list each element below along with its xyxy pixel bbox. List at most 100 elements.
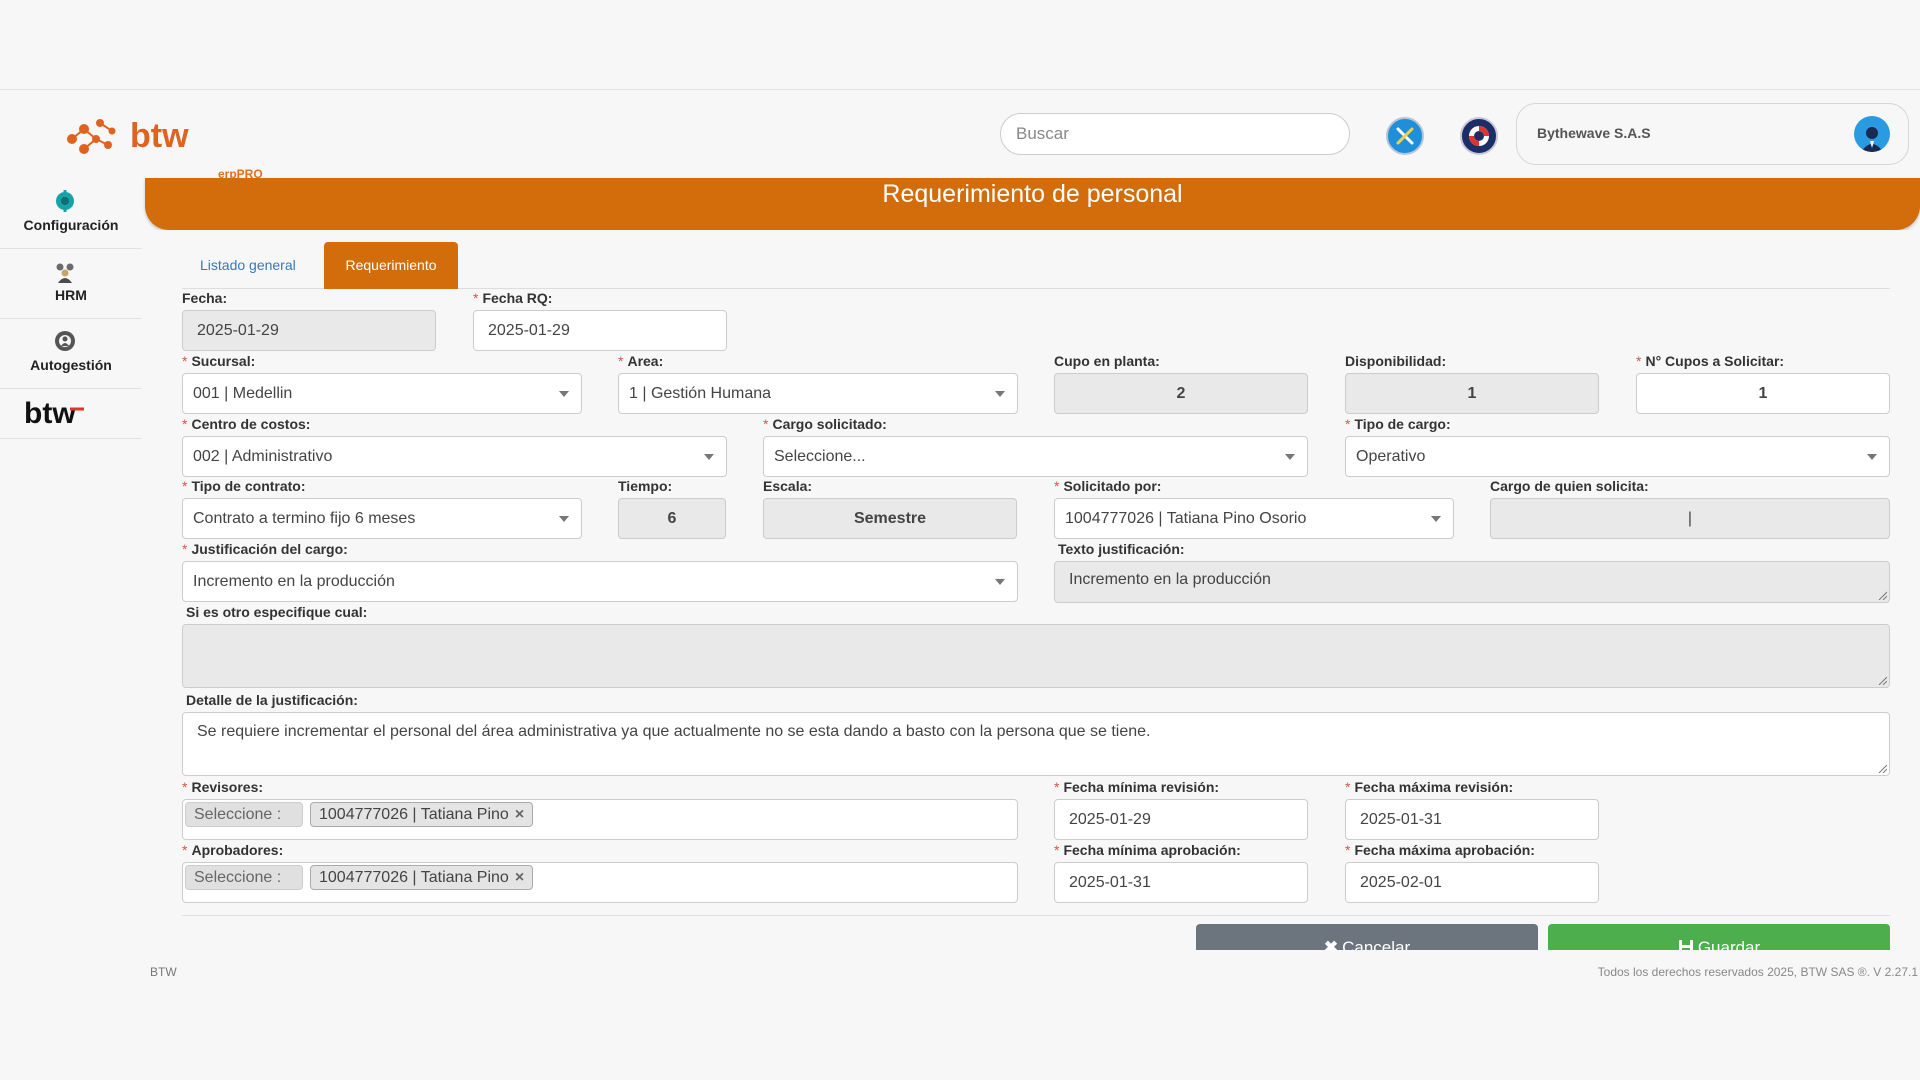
aprobadores-label: * Aprobadores:: [182, 842, 284, 858]
fecha-field: 2025-01-29: [182, 310, 436, 351]
otro-cual-textarea: [182, 624, 1890, 688]
company-selector[interactable]: Bythewave S.A.S: [1516, 103, 1909, 165]
centro-costos-label: * Centro de costos:: [182, 416, 311, 432]
cargo-quien-solicita-label: Cargo de quien solicita:: [1490, 478, 1649, 494]
sidebar-brand-logo[interactable]: btw: [0, 389, 142, 439]
cargo-solicitado-label: * Cargo solicitado:: [763, 416, 887, 432]
tab-listado-general[interactable]: Listado general: [182, 242, 314, 289]
tipo-contrato-select[interactable]: Contrato a termino fijo 6 meses: [182, 498, 582, 539]
chevron-down-icon: [995, 579, 1005, 585]
escala-field: Semestre: [763, 498, 1017, 539]
main-content: Listado general Requerimiento Fecha: 202…: [142, 230, 1920, 964]
people-icon: [56, 263, 74, 283]
justificacion-cargo-select[interactable]: Incremento en la producción: [182, 561, 1018, 602]
sidebar: Configuración HRM Autogestión btw: [0, 179, 142, 439]
chevron-down-icon: [1867, 454, 1877, 460]
chevron-down-icon: [559, 516, 569, 522]
tools-icon[interactable]: [1386, 117, 1424, 155]
aprobador-chip: 1004777026 | Tatiana Pino ×: [310, 865, 534, 890]
sidebar-item-label: HRM: [55, 287, 87, 303]
chevron-down-icon: [704, 454, 714, 460]
fecha-label: Fecha:: [182, 290, 228, 306]
centro-costos-select[interactable]: 002 | Administrativo: [182, 436, 727, 477]
resize-grip-icon[interactable]: [1877, 675, 1887, 685]
tipo-cargo-select[interactable]: Operativo: [1345, 436, 1890, 477]
fecha-max-aprobacion-field[interactable]: 2025-02-01: [1345, 862, 1599, 903]
chevron-down-icon: [1285, 454, 1295, 460]
revisor-chip: 1004777026 | Tatiana Pino ×: [310, 802, 534, 827]
divider: [182, 915, 1890, 916]
tipo-cargo-label: * Tipo de cargo:: [1345, 416, 1451, 432]
solicitado-por-label: * Solicitado por:: [1054, 478, 1162, 494]
search-input[interactable]: [1000, 113, 1350, 155]
fecha-min-revision-label: * Fecha mínima revisión:: [1054, 779, 1220, 795]
chevron-down-icon: [995, 391, 1005, 397]
sidebar-item-configuracion[interactable]: Configuración: [0, 179, 142, 249]
cupo-planta-label: Cupo en planta:: [1054, 353, 1160, 369]
area-select[interactable]: 1 | Gestión Humana: [618, 373, 1018, 414]
sidebar-item-label: Configuración: [23, 217, 119, 233]
otro-cual-label: Si es otro especifique cual:: [186, 604, 368, 620]
cupo-planta-field: 2: [1054, 373, 1308, 414]
fecha-min-aprobacion-field[interactable]: 2025-01-31: [1054, 862, 1308, 903]
lifebuoy-help-icon[interactable]: [1460, 117, 1498, 155]
tipo-contrato-label: * Tipo de contrato:: [182, 478, 306, 494]
texto-justificacion-textarea: Incremento en la producción: [1054, 561, 1890, 603]
top-strip: [0, 0, 1920, 90]
user-avatar-icon[interactable]: [1854, 116, 1890, 152]
cargo-solicitado-select[interactable]: Seleccione...: [763, 436, 1308, 477]
footer: BTW Todos los derechos reservados 2025, …: [0, 950, 1920, 1080]
tab-bar: Listado general Requerimiento: [182, 242, 1890, 289]
revisores-label: * Revisores:: [182, 779, 264, 795]
tiempo-label: Tiempo:: [618, 478, 673, 494]
area-label: * Area:: [618, 353, 664, 369]
logo-dots-icon: btw: [67, 117, 189, 155]
aprobadores-multiselect[interactable]: Seleccione : 1004777026 | Tatiana Pino ×: [182, 862, 1018, 903]
remove-chip-icon[interactable]: ×: [515, 869, 524, 886]
texto-justificacion-label: Texto justificación:: [1058, 541, 1185, 557]
sidebar-item-autogestion[interactable]: Autogestión: [0, 319, 142, 389]
btw-logo[interactable]: btw erpPRO: [66, 111, 263, 181]
resize-grip-icon[interactable]: [1877, 590, 1887, 600]
gear-person-icon: [55, 331, 75, 351]
disponibilidad-field: 1: [1345, 373, 1599, 414]
revisores-placeholder: Seleccione :: [185, 802, 303, 827]
tiempo-field: 6: [618, 498, 726, 539]
chevron-down-icon: [559, 391, 569, 397]
cupos-solicitar-field[interactable]: 1: [1636, 373, 1890, 414]
svg-text:btw: btw: [130, 117, 189, 155]
fecha-min-aprobacion-label: * Fecha mínima aprobación:: [1054, 842, 1241, 858]
detalle-justificacion-textarea[interactable]: Se requiere incrementar el personal del …: [182, 712, 1890, 776]
fecha-max-revision-field[interactable]: 2025-01-31: [1345, 799, 1599, 840]
escala-label: Escala:: [763, 478, 813, 494]
detalle-justificacion-label: Detalle de la justificación:: [186, 692, 358, 708]
page-title-banner: Requerimiento de personal: [145, 178, 1920, 230]
tab-requerimiento[interactable]: Requerimiento: [324, 242, 458, 289]
revisores-multiselect[interactable]: Seleccione : 1004777026 | Tatiana Pino ×: [182, 799, 1018, 840]
sidebar-item-label: Autogestión: [30, 357, 112, 373]
footer-copyright: Todos los derechos reservados 2025, BTW …: [1597, 965, 1918, 979]
disponibilidad-label: Disponibilidad:: [1345, 353, 1447, 369]
justificacion-cargo-label: * Justificación del cargo:: [182, 541, 348, 557]
company-name: Bythewave S.A.S: [1537, 125, 1651, 141]
fecha-min-revision-field[interactable]: 2025-01-29: [1054, 799, 1308, 840]
resize-grip-icon[interactable]: [1877, 763, 1887, 773]
sucursal-label: * Sucursal:: [182, 353, 256, 369]
gear-teal-icon: [56, 190, 74, 212]
sidebar-item-hrm[interactable]: HRM: [0, 249, 142, 319]
footer-brand: BTW: [150, 965, 177, 979]
fecha-rq-field[interactable]: 2025-01-29: [473, 310, 727, 351]
fecha-rq-label: * Fecha RQ:: [473, 290, 553, 306]
fecha-max-aprobacion-label: * Fecha máxima aprobación:: [1345, 842, 1535, 858]
page-title: Requerimiento de personal: [882, 180, 1183, 208]
fecha-max-revision-label: * Fecha máxima revisión:: [1345, 779, 1514, 795]
aprobadores-placeholder: Seleccione :: [185, 865, 303, 890]
svg-text:btw: btw: [24, 397, 76, 430]
cupos-solicitar-label: * N° Cupos a Solicitar:: [1636, 353, 1785, 369]
sucursal-select[interactable]: 001 | Medellin: [182, 373, 582, 414]
cargo-quien-solicita-field: |: [1490, 498, 1890, 539]
solicitado-por-select[interactable]: 1004777026 | Tatiana Pino Osorio: [1054, 498, 1454, 539]
chevron-down-icon: [1431, 516, 1441, 522]
app-header: btw erpPRO Bythewave S.A.S: [0, 91, 1920, 181]
remove-chip-icon[interactable]: ×: [515, 806, 524, 823]
